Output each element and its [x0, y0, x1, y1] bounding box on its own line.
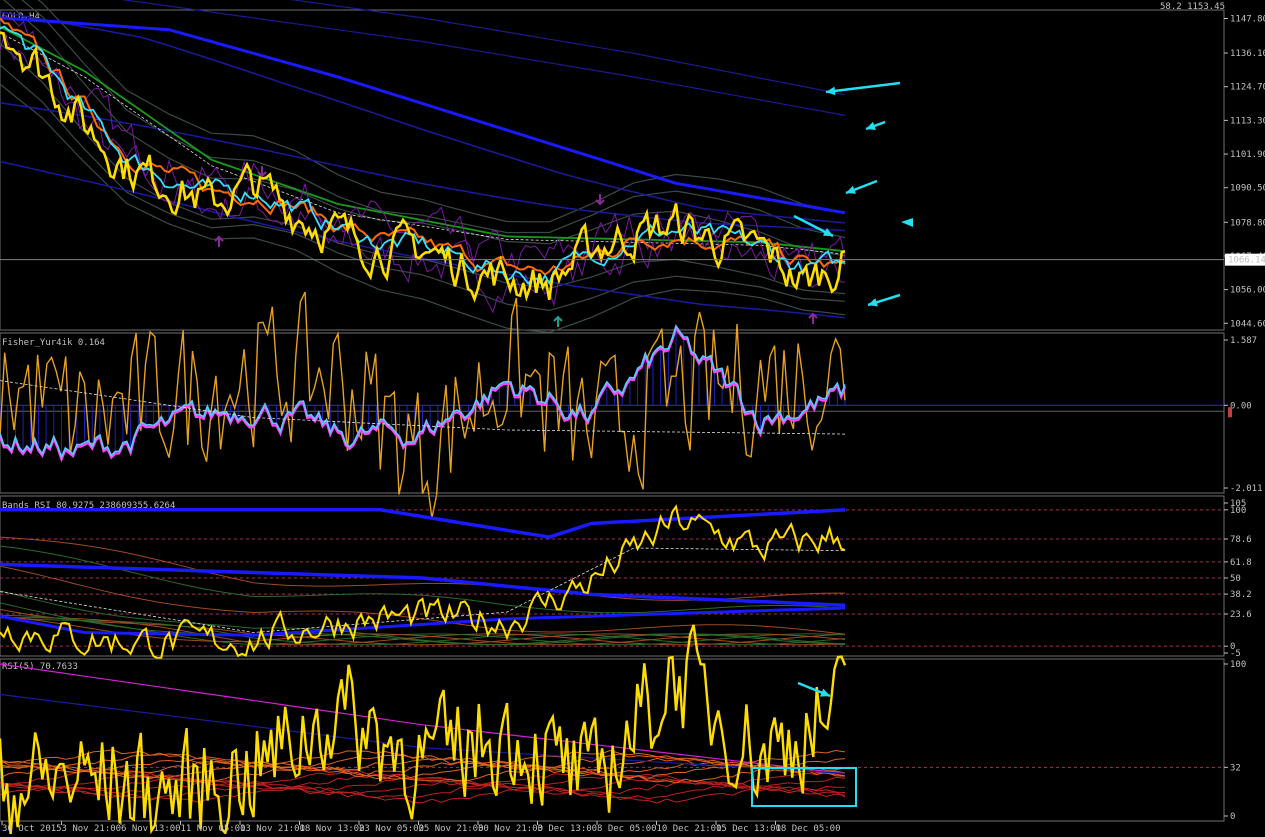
chart-root: GOLD,H4 1147.80 1136.10 1124.70 1113.30 1101… — [0, 0, 1265, 836]
fisher-axis-label: 0.00 — [1230, 401, 1252, 411]
time-axis-label: 8 Dec 05:00 — [597, 824, 657, 834]
rsi-bands-axis-label: 50 — [1230, 574, 1241, 584]
time-axis-label: 18 Nov 13:00 — [300, 824, 365, 834]
rsi-axis-label: 0 — [1230, 812, 1235, 822]
time-axis-label: 18 Dec 05:00 — [776, 824, 841, 834]
price-axis-label: 1136.10 — [1230, 49, 1265, 59]
time-axis-label: 10 Dec 21:00 — [657, 824, 722, 834]
price-axis-label: 1056.00 — [1230, 286, 1265, 296]
price-axis-label: 1147.80 — [1230, 14, 1265, 24]
rsi-bands-axis-label: 78.6 — [1230, 535, 1252, 545]
price-axis-label: 1090.50 — [1230, 184, 1265, 194]
fisher-axis-label: -2.011 — [1230, 484, 1263, 494]
time-axis-label: 3 Dec 13:00 — [538, 824, 598, 834]
current-price-label: 1066.14 — [1228, 256, 1265, 266]
time-axis-label: 23 Nov 05:00 — [359, 824, 424, 834]
time-axis-label: 30 Nov 21:00 — [478, 824, 543, 834]
price-axis-label: 1044.60 — [1230, 319, 1265, 329]
time-axis-label: 15 Dec 13:00 — [716, 824, 781, 834]
time-axis-label: 3 Nov 21:00 — [62, 824, 122, 834]
rsi-bands-axis-label: -5 — [1230, 649, 1241, 659]
time-axis-label: 6 Nov 13:00 — [121, 824, 181, 834]
rsi-bands-axis-label: 38.2 — [1230, 590, 1252, 600]
fisher-axis-label: 1.587 — [1230, 336, 1257, 346]
price-axis-label: 1078.80 — [1230, 218, 1265, 228]
time-axis-label: 30 Oct 2015 — [2, 824, 62, 834]
rsi-axis-label: 100 — [1230, 660, 1246, 670]
rsi-bands-axis-label: 23.6 — [1230, 610, 1252, 620]
rsi-pane-title: RSI(5) 70.7633 — [2, 662, 78, 672]
chart-canvas: GOLD,H4 1147.801136.101124.701113.301101… — [0, 0, 1265, 836]
rsi-bands-axis-label: 100 — [1230, 506, 1246, 516]
top-right-readout: 58.2 1153.45 — [1160, 2, 1225, 12]
time-axis-label: 25 Nov 21:00 — [419, 824, 484, 834]
time-axis-label: 13 Nov 21:00 — [240, 824, 305, 834]
price-axis-label: 1113.30 — [1230, 116, 1265, 126]
fisher-pane-title: Fisher_Yur4ik 0.164 — [2, 338, 105, 348]
time-axis-label: 11 Nov 05:00 — [181, 824, 246, 834]
fisher-value-marker — [1228, 407, 1232, 418]
rsi-axis-label: 32 — [1230, 763, 1241, 773]
rsi-bands-axis-label: 61.8 — [1230, 558, 1252, 568]
price-axis-label: 1124.70 — [1230, 83, 1265, 93]
price-axis-label: 1101.90 — [1230, 150, 1265, 160]
